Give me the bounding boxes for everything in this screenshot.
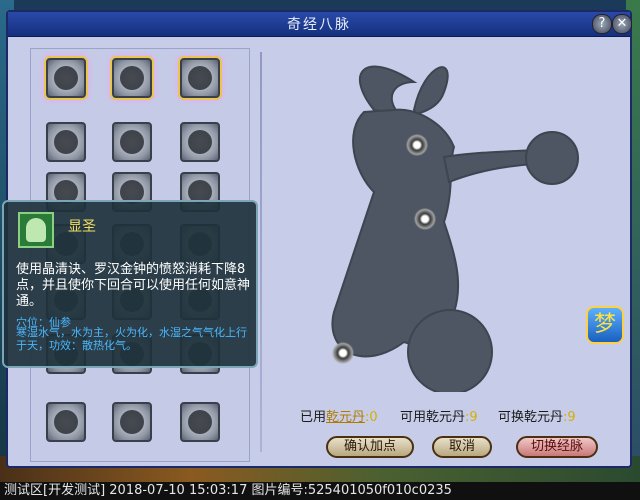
map-orb-right	[525, 131, 579, 185]
help-icon[interactable]: ?	[592, 14, 612, 34]
meridian-map	[331, 65, 579, 392]
skill-slot[interactable]	[46, 58, 86, 98]
skill-tooltip: 显圣 使用晶清诀、罗汉金钟的愤怒消耗下降8点，并且使你下回合可以使用任何如意神通…	[2, 200, 258, 368]
skill-slot[interactable]	[112, 402, 152, 442]
skill-slot[interactable]	[112, 122, 152, 162]
available-label: 可用乾元丹	[400, 410, 466, 425]
used-link[interactable]: 乾元丹	[326, 410, 365, 425]
skill-slot[interactable]	[46, 402, 86, 442]
meridian-node-middle[interactable]	[414, 208, 436, 230]
tooltip-skill-icon	[18, 212, 54, 248]
map-arm	[442, 148, 535, 184]
map-horn-right	[412, 66, 449, 116]
exchange-value: :9	[563, 410, 576, 425]
exchange-label: 可换乾元丹	[498, 410, 564, 425]
figure-icon	[188, 130, 212, 154]
used-label: 已用	[300, 410, 327, 425]
available-stat: 可用乾元丹:9	[400, 406, 478, 425]
available-value: :9	[465, 410, 478, 425]
lotus-icon	[54, 410, 78, 434]
map-orb-bottom	[407, 309, 493, 392]
skill-slot[interactable]	[180, 122, 220, 162]
exchange-stat: 可换乾元丹:9	[498, 406, 576, 425]
skill-slot[interactable]	[46, 122, 86, 162]
skill-slot[interactable]	[180, 58, 220, 98]
spiral-icon	[120, 410, 144, 434]
map-horn-left	[358, 65, 418, 116]
confirm-button[interactable]: 确认加点	[326, 436, 414, 458]
tooltip-elements: 寒湿水气，水为主，火为化，水湿之气气化上行于天，功效：散热化气。	[16, 326, 247, 352]
window-title: 奇经八脉	[287, 17, 351, 33]
panel-divider	[260, 52, 262, 452]
meridian-node-upper[interactable]	[406, 134, 428, 156]
dancer-icon	[188, 410, 212, 434]
bell-icon	[120, 130, 144, 154]
swirl-icon	[54, 66, 78, 90]
tooltip-description: 使用晶清诀、罗汉金钟的愤怒消耗下降8点，并且使你下回合可以使用任何如意神通。	[16, 262, 251, 309]
titlebar: 奇经八脉 ? ✕	[8, 12, 632, 37]
fist-icon	[54, 130, 78, 154]
tooltip-skill-name: 显圣	[68, 219, 96, 235]
claw-icon	[120, 66, 144, 90]
head-icon	[26, 218, 46, 242]
flower-icon	[188, 66, 212, 90]
skill-slot[interactable]	[180, 402, 220, 442]
meridian-node-lower[interactable]	[332, 342, 354, 364]
status-bar: 测试区[开发测试] 2018-07-10 15:03:17 图片编号:52540…	[0, 482, 640, 500]
dream-icon[interactable]: 梦	[586, 306, 624, 344]
cancel-button[interactable]: 取消	[432, 436, 492, 458]
used-value: :0	[365, 410, 378, 425]
close-icon[interactable]: ✕	[612, 14, 632, 34]
switch-meridian-button[interactable]: 切换经脉	[516, 436, 598, 458]
used-stat: 已用乾元丹:0	[300, 406, 378, 425]
skill-slot[interactable]	[112, 58, 152, 98]
